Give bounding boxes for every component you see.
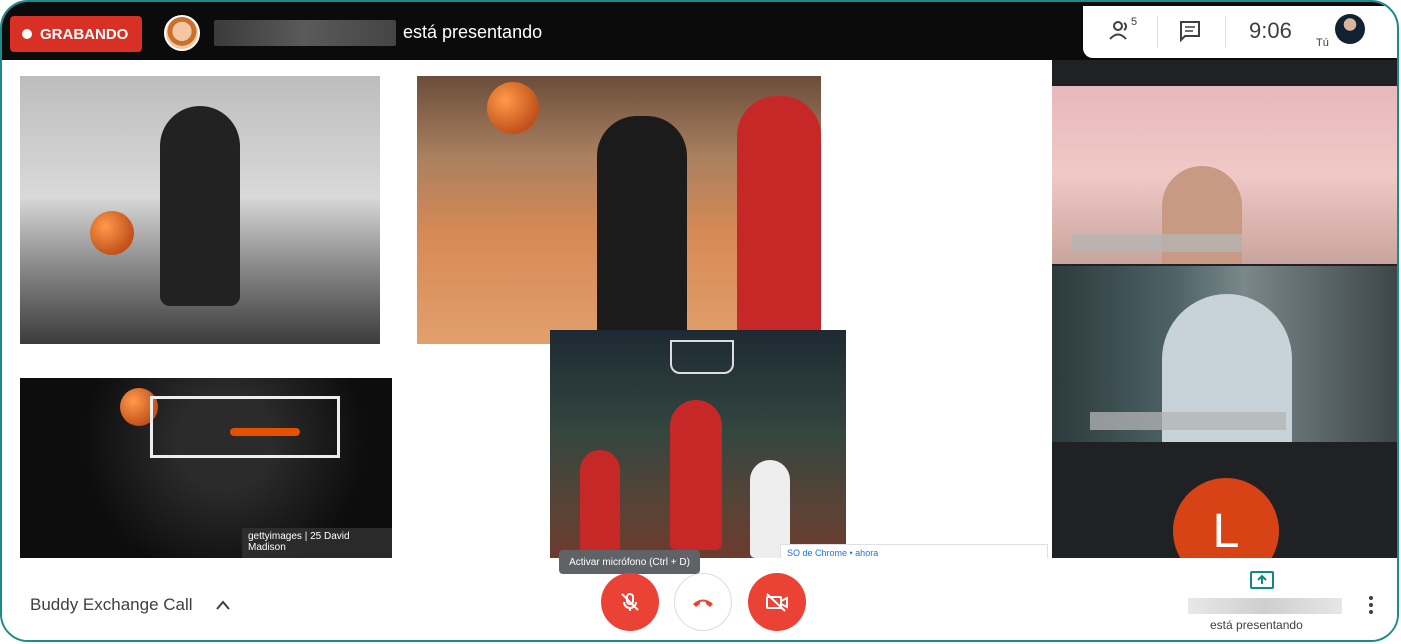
meeting-info-pill: 5 9:06 Tú [1083,6,1397,58]
leave-call-button[interactable] [674,573,732,631]
basketball [487,82,539,134]
presenter-avatar [164,15,200,51]
player-figure [160,106,240,306]
divider [1225,16,1226,48]
hoop-net [670,340,734,374]
hoop-rim [230,428,300,436]
participant-name-redacted [1072,234,1242,252]
bottom-bar: Buddy Exchange Call Activar micrófono (C… [2,550,1397,640]
participant-name-redacted [1090,412,1286,430]
meet-window: GRABANDO está presentando 5 9:06 Tú gett… [0,0,1399,642]
participant-tile-1[interactable] [1052,86,1397,264]
you-avatar[interactable] [1335,14,1365,44]
mic-tooltip: Activar micrófono (Ctrl + D) [559,550,700,574]
basketball [90,211,134,255]
top-bar: GRABANDO está presentando 5 9:06 Tú [2,2,1397,60]
presenter-name-redacted [214,20,396,46]
meeting-title[interactable]: Buddy Exchange Call [30,595,193,615]
divider [1157,16,1158,48]
record-dot-icon [22,29,32,39]
presenting-status: está presentando [1210,618,1303,632]
photo-bulls-game [550,330,846,558]
participant-tiles: L [1052,60,1397,558]
mic-off-icon [621,593,639,611]
chat-icon[interactable] [1179,20,1201,42]
participant-tile-2[interactable] [1052,266,1397,442]
participant-tile-3[interactable]: L [1052,444,1397,558]
player-figure [597,116,687,344]
backboard [150,396,340,458]
more-vert-icon[interactable] [1365,596,1377,618]
recording-label: GRABANDO [40,25,129,43]
you-label: Tú [1316,37,1329,49]
clock: 9:06 [1249,18,1292,43]
photo-player-dribbling [20,76,380,344]
presenter-status: está presentando [403,22,543,42]
camera-off-icon [766,593,788,612]
camera-toggle-button[interactable] [748,573,806,631]
present-screen-icon[interactable] [1250,571,1274,589]
player-figure [670,400,722,550]
participants-count: 5 [1131,16,1138,28]
recording-badge[interactable]: GRABANDO [10,16,142,52]
player-figure [580,450,620,558]
presenter-name-redacted [1188,598,1342,614]
player-figure [737,96,821,344]
participant-avatar: L [1173,478,1279,558]
getty-watermark: gettyimages | 25 David Madison [242,528,392,558]
photo-hoop-shot: gettyimages | 25 David Madison [20,378,392,558]
photo-knights-game [417,76,821,344]
chevron-up-icon[interactable] [216,600,230,610]
hang-up-icon [693,599,713,607]
mic-toggle-button[interactable] [601,573,659,631]
chrome-notification[interactable]: SO de Chrome • ahora [780,544,1048,558]
shared-screen: gettyimages | 25 David Madison SO de Chr… [2,60,1052,558]
